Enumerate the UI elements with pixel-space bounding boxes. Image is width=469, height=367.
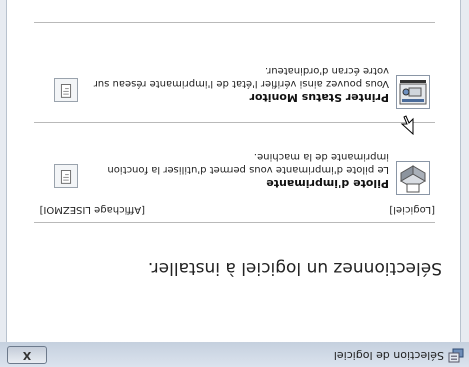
software-item-printer-driver[interactable]: Pilote d'imprimante Le pilote d'impriman… <box>34 123 434 200</box>
software-setup-icon <box>448 348 464 363</box>
title-bar: Sélection de logiciel X <box>0 341 469 367</box>
divider <box>34 222 435 223</box>
software-item-printer-status-monitor[interactable]: Printer Status Monitor Vous pouvez ainsi… <box>34 49 434 114</box>
printer-status-monitor-icon[interactable] <box>396 75 430 109</box>
divider <box>34 122 435 123</box>
page-title: Sélectionnez un logiciel à installer. <box>147 258 442 278</box>
printer-status-monitor-title: Printer Status Monitor <box>249 91 389 104</box>
close-button[interactable]: X <box>7 346 47 364</box>
printer-driver-description: Le pilote d'imprimante vous permet d'uti… <box>107 151 389 175</box>
window-title: Sélection de logiciel <box>333 349 444 362</box>
software-column-label: [Logiciel] <box>389 204 435 215</box>
printer-driver-readme-button[interactable] <box>54 164 78 188</box>
readme-column-label: [Affichage LISEZMOI] <box>39 204 145 215</box>
printer-driver-title: Pilote d'imprimante <box>266 177 389 190</box>
printer-driver-icon[interactable] <box>396 161 430 195</box>
close-icon: X <box>22 349 32 362</box>
readme-document-icon <box>60 84 72 98</box>
divider <box>34 22 435 23</box>
readme-document-icon <box>60 170 72 184</box>
mouse-cursor-icon <box>400 115 414 135</box>
printer-status-monitor-description: Vous pouvez ainsi vérifier l'état de l'i… <box>93 65 389 89</box>
software-selection-window: Sélection de logiciel X Sélectionnez un … <box>0 0 469 367</box>
printer-status-monitor-readme-button[interactable] <box>54 78 78 102</box>
